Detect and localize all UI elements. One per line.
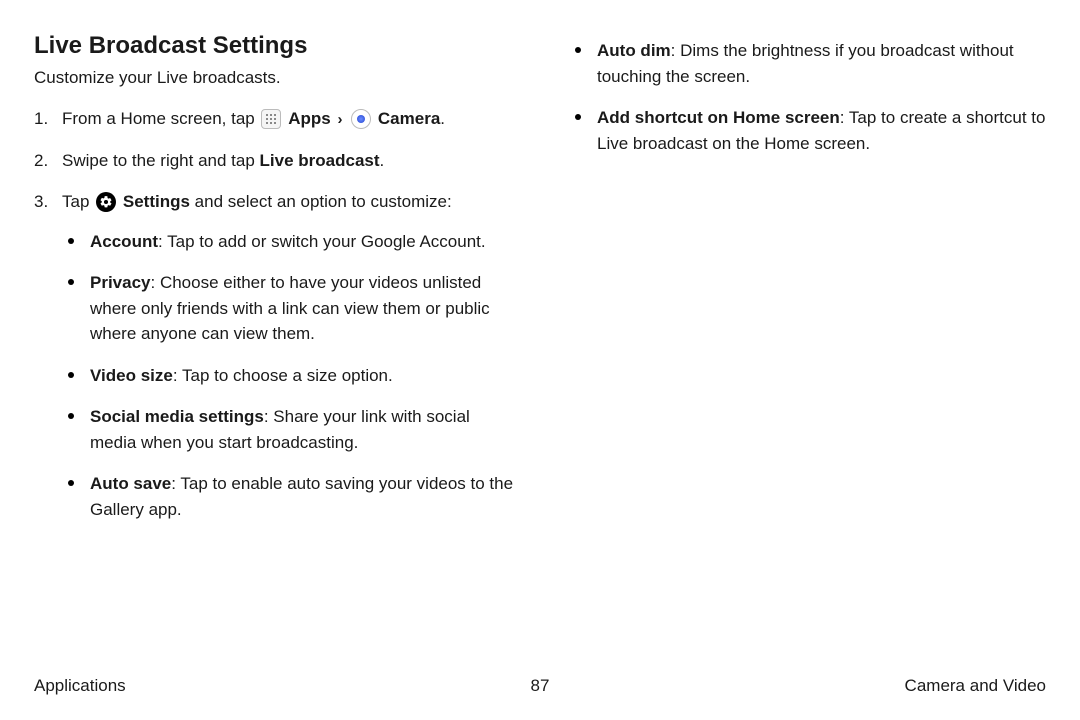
option-label: Add shortcut on Home screen — [597, 108, 840, 127]
step-3-text-b: and select an option to customize: — [190, 192, 452, 211]
step-3-text-a: Tap — [62, 192, 94, 211]
option-label: Social media settings — [90, 407, 264, 426]
step-2-end: . — [380, 151, 385, 170]
option-text: : Tap to choose a size option. — [173, 366, 393, 385]
step-2-bold: Live broadcast — [260, 151, 380, 170]
page-number: 87 — [531, 676, 550, 696]
steps-list: From a Home screen, tap Apps › Camera. S… — [34, 106, 515, 522]
option-label: Auto dim — [597, 41, 671, 60]
footer-left: Applications — [34, 676, 126, 696]
option-label: Privacy — [90, 273, 151, 292]
step-1-apps-label: Apps — [288, 109, 331, 128]
options-list-right: Auto dim: Dims the brightness if you bro… — [565, 38, 1046, 156]
apps-icon — [261, 109, 281, 129]
option-auto-save: Auto save: Tap to enable auto saving you… — [62, 471, 515, 522]
step-1-end: . — [440, 109, 445, 128]
option-video-size: Video size: Tap to choose a size option. — [62, 363, 515, 389]
options-list-left: Account: Tap to add or switch your Googl… — [62, 229, 515, 523]
intro-text: Customize your Live broadcasts. — [34, 68, 515, 88]
option-add-shortcut: Add shortcut on Home screen: Tap to crea… — [565, 105, 1046, 156]
option-label: Auto save — [90, 474, 171, 493]
step-1-camera-label: Camera — [378, 109, 440, 128]
step-1-text-a: From a Home screen, tap — [62, 109, 259, 128]
option-account: Account: Tap to add or switch your Googl… — [62, 229, 515, 255]
step-3-settings-label: Settings — [123, 192, 190, 211]
gear-icon — [96, 192, 116, 212]
step-2: Swipe to the right and tap Live broadcas… — [34, 148, 515, 174]
page-title: Live Broadcast Settings — [34, 32, 515, 60]
option-privacy: Privacy: Choose either to have your vide… — [62, 270, 515, 347]
step-2-text-a: Swipe to the right and tap — [62, 151, 260, 170]
footer-right: Camera and Video — [905, 676, 1046, 696]
option-text: : Tap to add or switch your Google Accou… — [158, 232, 486, 251]
option-social-media: Social media settings: Share your link w… — [62, 404, 515, 455]
camera-icon — [351, 109, 371, 129]
option-label: Account — [90, 232, 158, 251]
option-text: : Choose either to have your videos unli… — [90, 273, 490, 343]
chevron-right-icon: › — [337, 111, 342, 128]
page-footer: Applications 87 Camera and Video — [34, 676, 1046, 696]
step-1: From a Home screen, tap Apps › Camera. — [34, 106, 515, 132]
option-auto-dim: Auto dim: Dims the brightness if you bro… — [565, 38, 1046, 89]
option-label: Video size — [90, 366, 173, 385]
step-3: Tap Settings and select an option to cus… — [34, 189, 515, 522]
